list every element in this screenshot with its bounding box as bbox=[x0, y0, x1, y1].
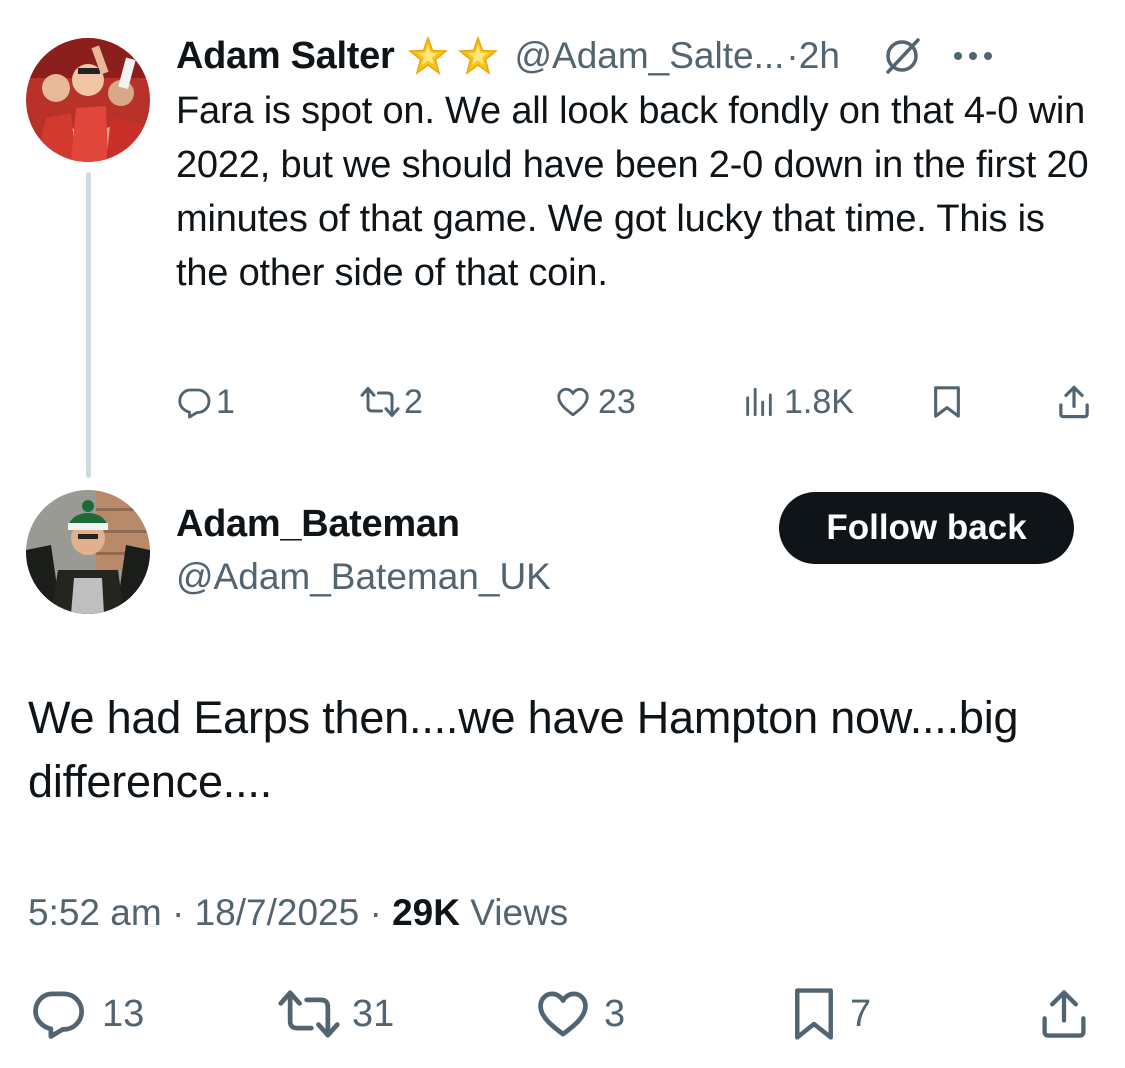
bookmark-count: 7 bbox=[850, 992, 872, 1035]
follow-back-button[interactable]: Follow back bbox=[779, 492, 1074, 564]
bookmark-button[interactable]: 7 bbox=[790, 985, 871, 1043]
separator: · bbox=[369, 892, 382, 933]
avatar-adam-salter[interactable] bbox=[26, 38, 150, 162]
reply-button[interactable]: 1 bbox=[176, 382, 235, 422]
repost-button[interactable]: 31 bbox=[276, 988, 394, 1040]
bookmark-icon bbox=[795, 988, 833, 1040]
repost-count: 2 bbox=[404, 382, 423, 421]
tweet-time[interactable]: 5:52 am bbox=[28, 892, 162, 933]
reply-button[interactable]: 13 bbox=[28, 988, 144, 1040]
views-button[interactable]: 1.8K bbox=[742, 382, 854, 422]
reply-icon bbox=[33, 991, 84, 1039]
display-name[interactable]: Adam Salter bbox=[176, 35, 395, 78]
like-button[interactable]: 3 bbox=[534, 988, 625, 1040]
parent-tweet-text: Fara is spot on. We all look back fondly… bbox=[176, 90, 1089, 294]
handle[interactable]: @Adam_Bateman_UK bbox=[176, 556, 551, 598]
handle[interactable]: @Adam_Salte... bbox=[514, 35, 784, 77]
share-button[interactable] bbox=[1038, 985, 1090, 1043]
views-label: Views bbox=[470, 892, 569, 933]
reply-count: 1 bbox=[216, 382, 235, 421]
share-icon bbox=[1059, 385, 1089, 419]
like-button[interactable]: 23 bbox=[554, 382, 636, 422]
reply-icon bbox=[178, 388, 211, 419]
glowing-star-icon bbox=[458, 36, 499, 76]
share-icon bbox=[1042, 990, 1086, 1038]
views-count: 1.8K bbox=[784, 382, 854, 421]
repost-icon bbox=[360, 387, 400, 417]
repost-count: 31 bbox=[352, 992, 395, 1035]
separator: · bbox=[786, 35, 799, 76]
views-count[interactable]: 29K bbox=[392, 892, 460, 933]
bookmark-button[interactable] bbox=[930, 382, 964, 422]
tweet-meta: 5:52 am · 18/7/2025 · 29K Views bbox=[28, 892, 568, 934]
grok-icon[interactable] bbox=[880, 34, 924, 78]
repost-button[interactable]: 2 bbox=[358, 382, 423, 422]
analytics-icon bbox=[746, 387, 772, 417]
glowing-star-icon bbox=[408, 36, 449, 76]
separator: · bbox=[171, 892, 185, 933]
main-tweet-text: We had Earps then....we have Hampton now… bbox=[28, 692, 1019, 807]
heart-icon bbox=[557, 387, 589, 417]
timestamp[interactable]: 2h bbox=[799, 35, 840, 77]
display-name[interactable]: Adam_Bateman bbox=[176, 503, 460, 546]
repost-icon bbox=[278, 990, 340, 1038]
more-icon[interactable] bbox=[952, 50, 994, 62]
like-count: 3 bbox=[604, 992, 626, 1035]
heart-icon bbox=[538, 991, 588, 1037]
parent-tweet-header: Adam Salter @Adam_Salte... · 2h bbox=[176, 32, 1096, 80]
tweet-date[interactable]: 18/7/2025 bbox=[195, 892, 360, 933]
avatar-adam-bateman[interactable] bbox=[26, 490, 150, 614]
thread-line bbox=[86, 172, 91, 478]
reply-count: 13 bbox=[102, 992, 145, 1035]
share-button[interactable] bbox=[1056, 382, 1092, 422]
bookmark-icon bbox=[934, 386, 960, 418]
like-count: 23 bbox=[598, 382, 636, 421]
